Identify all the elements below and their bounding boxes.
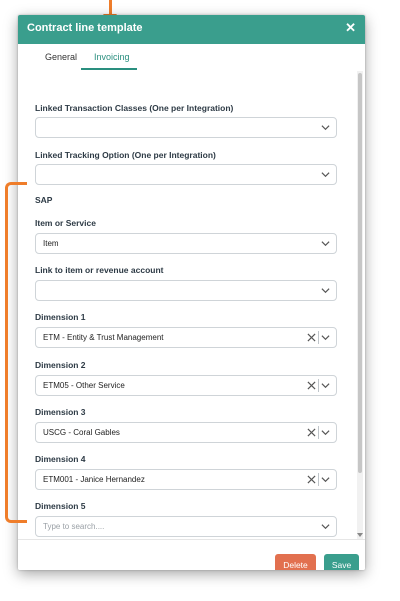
link-to-item-select[interactable] [35, 280, 337, 301]
delete-button[interactable]: Delete [275, 554, 316, 570]
item-or-service-value: Item [43, 239, 59, 248]
dimension-5-select[interactable]: Type to search.... [35, 516, 337, 537]
dimension-5-label: Dimension 5 [35, 501, 86, 511]
clear-icon[interactable] [307, 428, 316, 437]
chevron-down-icon[interactable] [321, 124, 330, 131]
chevron-down-icon[interactable] [321, 171, 330, 178]
modal-footer: Delete Save [18, 539, 365, 570]
separator [318, 379, 319, 392]
separator [318, 426, 319, 439]
active-tab-indicator [81, 68, 137, 70]
item-or-service-label: Item or Service [35, 218, 96, 228]
linked-tracking-option-select[interactable] [35, 164, 337, 185]
dimension-3-label: Dimension 3 [35, 407, 86, 417]
dimension-3-value: USCG - Coral Gables [43, 428, 120, 437]
separator [318, 473, 319, 486]
chevron-down-icon[interactable] [321, 287, 330, 294]
scrollbar-thumb[interactable] [358, 73, 362, 473]
clear-icon[interactable] [307, 381, 316, 390]
dimension-4-label: Dimension 4 [35, 454, 86, 464]
tab-bar: General Invoicing [18, 44, 365, 70]
clear-icon[interactable] [307, 333, 316, 342]
item-or-service-select[interactable]: Item [35, 233, 337, 254]
dimension-1-value: ETM - Entity & Trust Management [43, 333, 164, 342]
chevron-down-icon[interactable] [321, 240, 330, 247]
chevron-down-icon[interactable] [321, 334, 330, 341]
dimension-4-value: ETM001 - Janice Hernandez [43, 475, 145, 484]
dimension-1-select[interactable]: ETM - Entity & Trust Management [35, 327, 337, 348]
annotation-bracket [5, 182, 27, 523]
separator [318, 331, 319, 344]
linked-transaction-classes-select[interactable] [35, 117, 337, 138]
dimension-2-value: ETM05 - Other Service [43, 381, 125, 390]
chevron-down-icon[interactable] [321, 382, 330, 389]
chevron-down-icon[interactable] [321, 429, 330, 436]
tab-general[interactable]: General [45, 52, 77, 62]
modal-title: Contract line template [27, 22, 143, 34]
dimension-4-select[interactable]: ETM001 - Janice Hernandez [35, 469, 337, 490]
dimension-2-select[interactable]: ETM05 - Other Service [35, 375, 337, 396]
modal-header: Contract line template ✕ [18, 15, 365, 44]
form-content: Linked Transaction Classes (One per Inte… [18, 71, 365, 537]
dimension-3-select[interactable]: USCG - Coral Gables [35, 422, 337, 443]
contract-line-template-modal: Contract line template ✕ General Invoici… [18, 15, 365, 570]
section-title-sap: SAP [35, 195, 53, 205]
save-button[interactable]: Save [324, 554, 359, 570]
chevron-down-icon[interactable] [321, 523, 330, 530]
linked-tracking-option-label: Linked Tracking Option (One per Integrat… [35, 150, 216, 160]
chevron-down-icon[interactable] [321, 476, 330, 483]
clear-icon[interactable] [307, 475, 316, 484]
dimension-5-placeholder: Type to search.... [43, 522, 105, 531]
close-icon[interactable]: ✕ [345, 20, 356, 36]
tab-invoicing[interactable]: Invoicing [94, 52, 130, 62]
scroll-down-arrow[interactable] [357, 533, 363, 537]
dimension-1-label: Dimension 1 [35, 312, 86, 322]
link-to-item-label: Link to item or revenue account [35, 265, 164, 275]
dimension-2-label: Dimension 2 [35, 360, 86, 370]
linked-transaction-classes-label: Linked Transaction Classes (One per Inte… [35, 103, 234, 113]
